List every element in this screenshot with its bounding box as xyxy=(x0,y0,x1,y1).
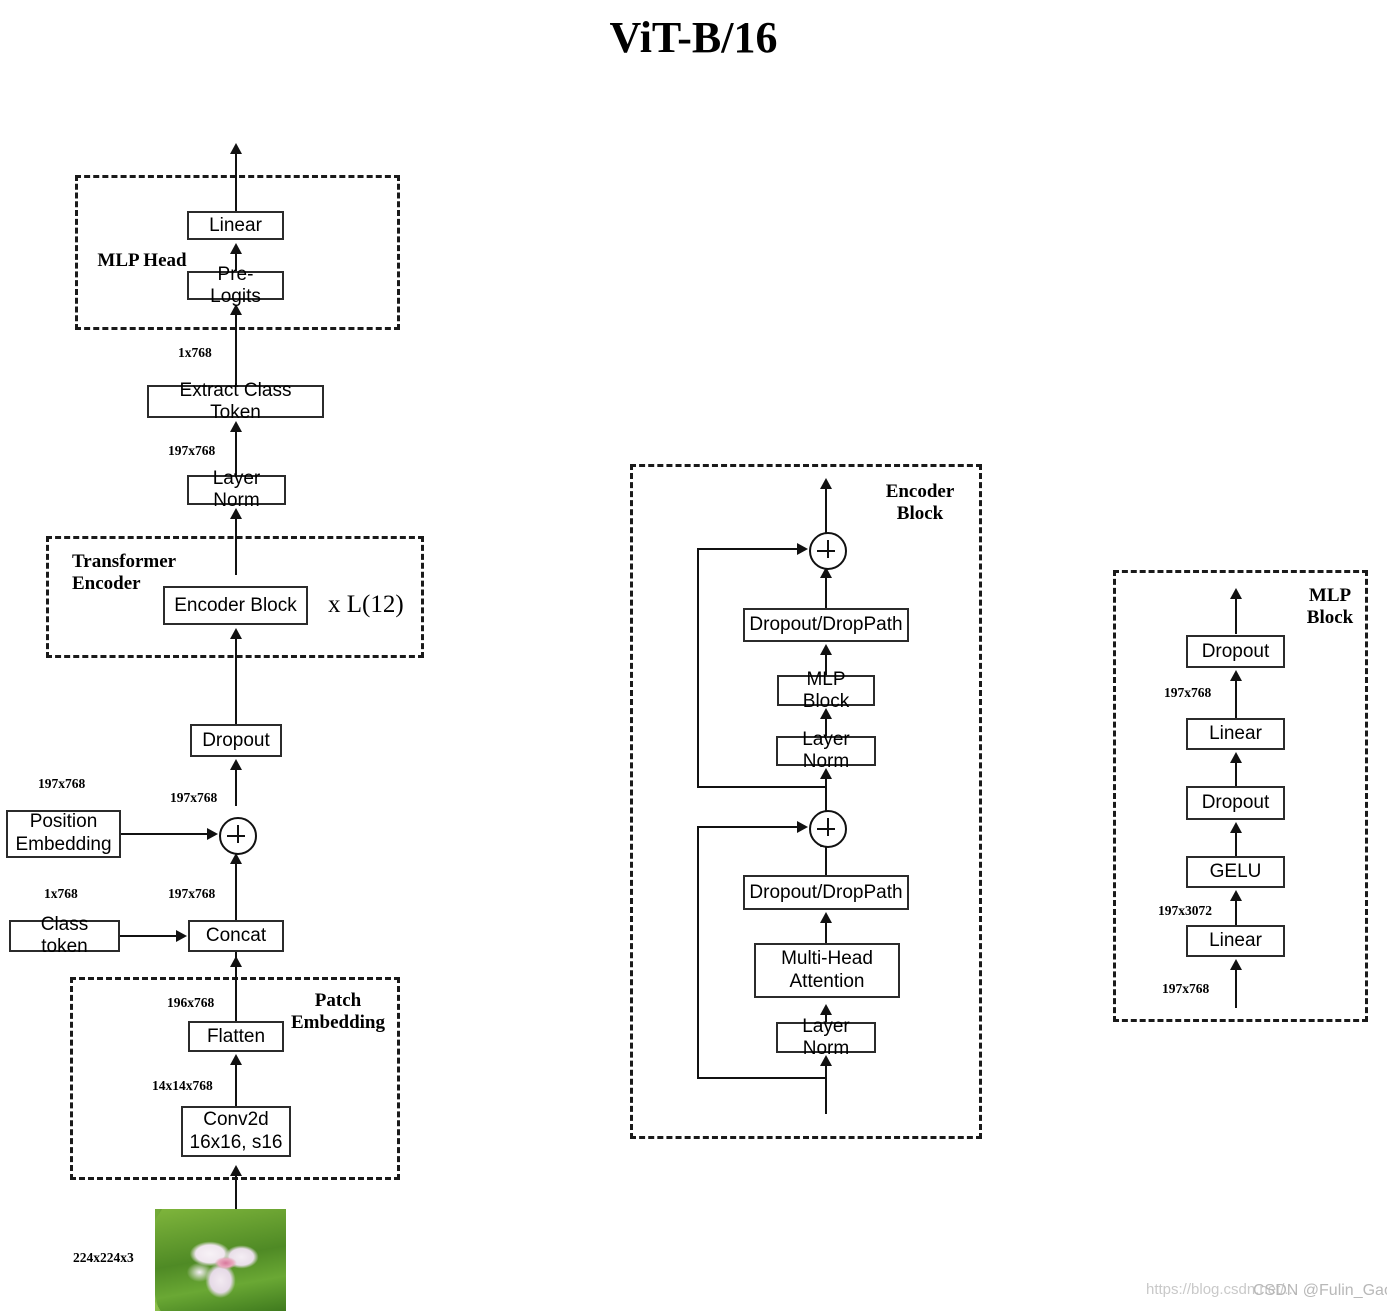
node-dropout-1[interactable]: Dropout xyxy=(1186,786,1285,820)
group-patch-embedding-label: Patch Embedding xyxy=(291,990,385,1033)
add-operator-mlp-residual xyxy=(809,532,847,570)
arrowhead-gelu-to-dropout1 xyxy=(1230,822,1242,833)
dim-linear2-out: 197x768 xyxy=(1164,685,1212,700)
arrowhead-dropout-to-encoder xyxy=(230,628,242,639)
arrowhead-residual-attn-to-add xyxy=(797,821,808,833)
dim-layernorm-out: 197x768 xyxy=(168,443,216,458)
line-flatten-to-top xyxy=(235,977,237,1021)
line-gelu-to-dropout1 xyxy=(1235,831,1237,856)
node-multi-head-attention[interactable]: Multi-Head Attention xyxy=(754,943,900,998)
dim-input-image: 224x224x3 xyxy=(73,1250,134,1265)
group-mlp-head-label: MLP Head xyxy=(97,250,187,271)
node-dropout-droppath-attention[interactable]: Dropout/DropPath xyxy=(743,875,909,910)
arrowhead-patchembed-to-concat xyxy=(230,956,242,967)
line-droppath-attn-to-add xyxy=(825,845,827,875)
arrowhead-encoder-output xyxy=(820,478,832,489)
input-image-flower-photo xyxy=(155,1209,286,1311)
line-encoder-output xyxy=(825,487,827,537)
arrowhead-image-to-conv2d xyxy=(230,1165,242,1176)
dim-class-token-out: 1x768 xyxy=(44,886,78,901)
group-transformer-encoder-label: Transformer Encoder xyxy=(72,551,177,594)
node-layer-norm-1[interactable]: Layer Norm xyxy=(776,1016,876,1059)
line-dropout1-to-linear2 xyxy=(1235,761,1237,786)
arrowhead-linear2-to-dropout2 xyxy=(1230,670,1242,681)
node-layer-norm-main[interactable]: Layer Norm xyxy=(187,468,286,511)
arrowhead-residual-mlp-to-add xyxy=(797,543,808,555)
node-layer-norm-2[interactable]: Layer Norm xyxy=(776,729,876,772)
line-mlpblock-input xyxy=(1235,977,1237,1008)
line-encoder-to-layernorm xyxy=(235,517,237,575)
group-encoder-block-label: Encoder Block xyxy=(885,481,955,524)
node-extract-class-token[interactable]: Extract Class Token xyxy=(147,380,324,423)
line-residual-attn-branch-top xyxy=(697,826,799,828)
arrowhead-dropout1-to-linear2 xyxy=(1230,752,1242,763)
node-mlp-block-inner[interactable]: MLP Block xyxy=(777,669,875,712)
arrowhead-mlpblock-input xyxy=(1230,959,1242,970)
node-pre-logits[interactable]: Pre-Logits xyxy=(187,264,284,307)
arrowhead-layernorm1-to-attention xyxy=(820,1004,832,1015)
line-posembed-to-add xyxy=(121,833,213,835)
line-dropout-to-encoder xyxy=(235,637,237,725)
arrowhead-classtoken-to-concat xyxy=(176,930,187,942)
node-dropout-2[interactable]: Dropout xyxy=(1186,635,1285,668)
arrowhead-linear1-to-gelu xyxy=(1230,890,1242,901)
node-flatten[interactable]: Flatten xyxy=(188,1021,284,1052)
line-classtoken-to-concat xyxy=(120,935,178,937)
line-residual-mlp-branch-bottom xyxy=(697,786,827,788)
dim-pos-embed-out: 197x768 xyxy=(38,776,86,791)
group-mlp-block-label: MLP Block xyxy=(1306,585,1354,628)
dim-add-out: 197x768 xyxy=(170,790,218,805)
dim-flatten-out: 196x768 xyxy=(167,995,215,1010)
node-linear-head[interactable]: Linear xyxy=(187,211,284,240)
page-title: ViT-B/16 xyxy=(609,13,778,62)
dim-linear1-out: 197x3072 xyxy=(1158,903,1212,918)
line-extract-to-mlp-head xyxy=(235,313,237,385)
watermark-user: CSDN @Fulin_Gao xyxy=(1253,1282,1387,1299)
dim-mlpblock-input: 197x768 xyxy=(1162,981,1210,996)
line-encoder-input xyxy=(825,1064,827,1114)
add-operator-attention-residual xyxy=(809,810,847,848)
line-linear1-to-gelu xyxy=(1235,899,1237,926)
dim-conv-out: 14x14x768 xyxy=(152,1078,213,1093)
line-attention-to-droppath xyxy=(825,921,827,943)
line-residual-attn-branch-left xyxy=(697,826,699,1079)
line-concat-to-add-upper xyxy=(235,862,237,920)
arrowhead-mlpblock-to-droppath xyxy=(820,644,832,655)
dim-concat-out: 197x768 xyxy=(168,886,216,901)
node-dropout-droppath-mlp[interactable]: Dropout/DropPath xyxy=(743,608,909,642)
line-conv-to-flatten xyxy=(235,1063,237,1106)
node-gelu[interactable]: GELU xyxy=(1186,856,1285,888)
node-dropout-main[interactable]: Dropout xyxy=(190,724,282,757)
arrowhead-conv-to-flatten xyxy=(230,1054,242,1065)
add-operator-position-embedding xyxy=(219,817,257,855)
line-residual-mlp-branch-left xyxy=(697,548,699,788)
line-add-to-dropout xyxy=(235,768,237,806)
node-linear-1[interactable]: Linear xyxy=(1186,925,1285,957)
line-linear2-to-dropout2 xyxy=(1235,679,1237,719)
node-position-embedding[interactable]: Position Embedding xyxy=(6,810,121,858)
encoder-block-multiplier: x L(12) xyxy=(328,591,404,618)
line-image-to-conv2d-upper xyxy=(235,1174,237,1190)
node-concat[interactable]: Concat xyxy=(188,920,284,952)
node-conv2d[interactable]: Conv2d 16x16, s16 xyxy=(181,1106,291,1157)
arrowhead-add-to-dropout xyxy=(230,759,242,770)
node-class-token[interactable]: Class token xyxy=(9,914,120,957)
arrowhead-prelogits-to-linear xyxy=(230,243,242,254)
line-residual-attn-branch-bottom xyxy=(697,1077,827,1079)
node-linear-2[interactable]: Linear xyxy=(1186,718,1285,750)
arrowhead-mlp-head-output xyxy=(230,143,242,154)
arrowhead-posembed-to-add xyxy=(207,828,218,840)
line-residual-mlp-branch-top xyxy=(697,548,799,550)
line-droppath-mlp-to-add xyxy=(825,576,827,608)
arrowhead-mlpblock-output xyxy=(1230,588,1242,599)
dim-to-mlp-head: 1x768 xyxy=(178,345,212,360)
arrowhead-attention-to-droppath xyxy=(820,912,832,923)
line-mlpblock-output xyxy=(1235,597,1237,634)
